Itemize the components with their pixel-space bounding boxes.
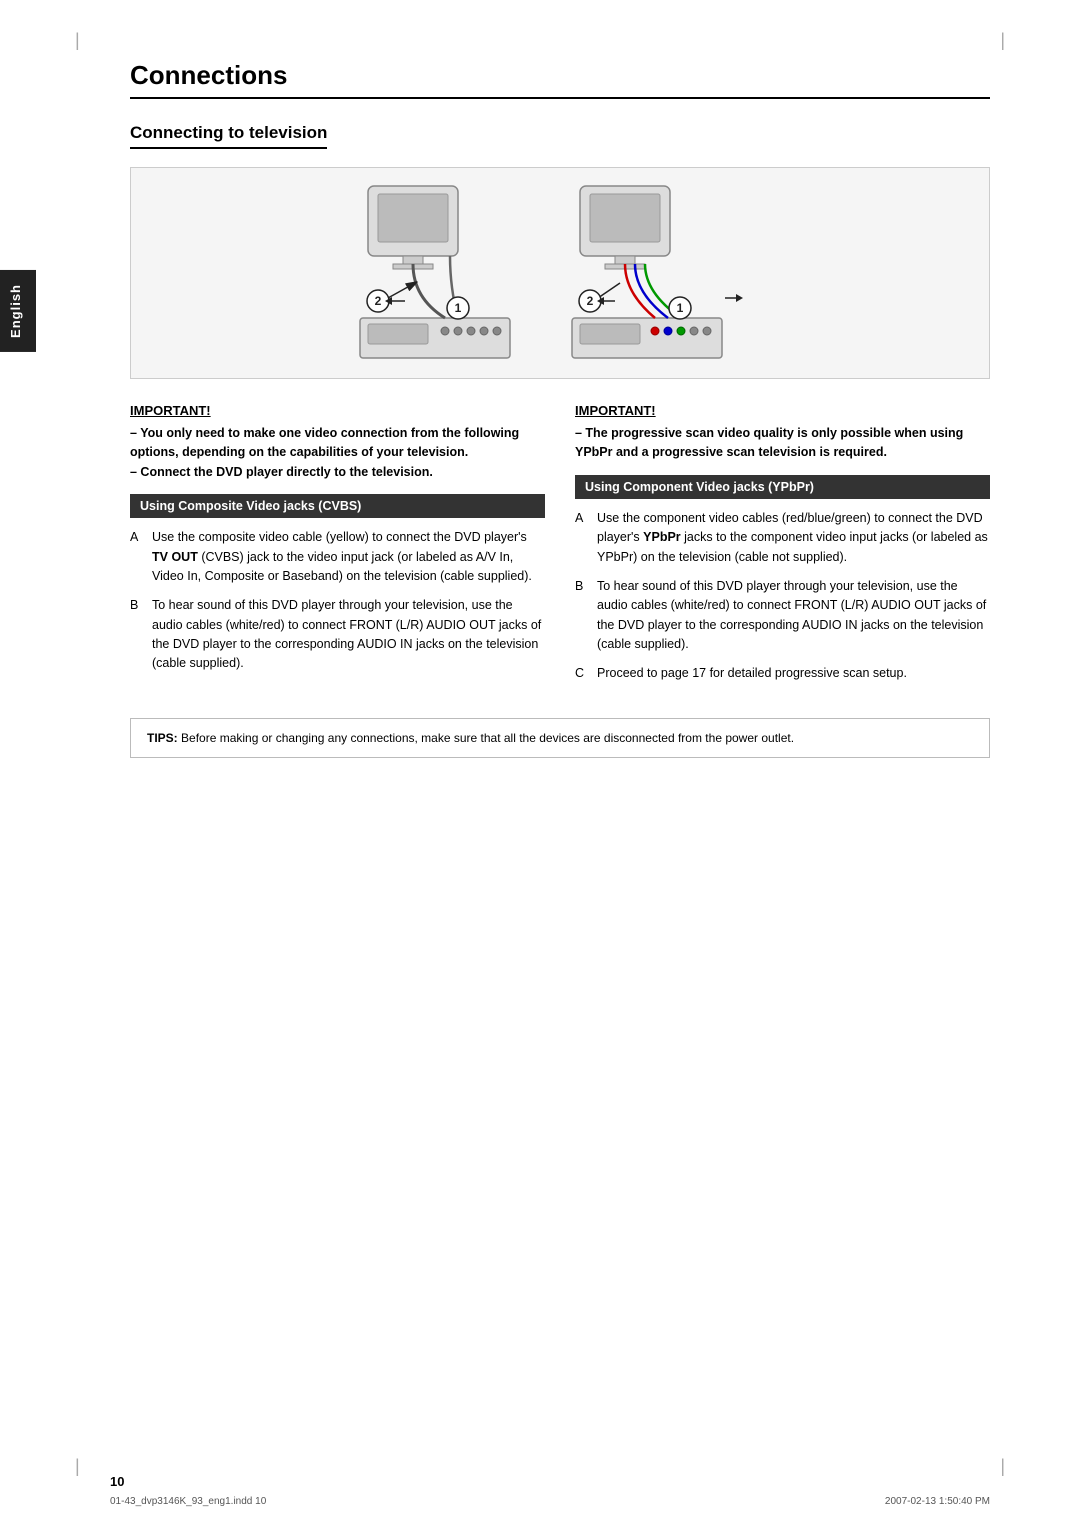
diagram-left: 1 2 [130, 167, 990, 379]
left-column: IMPORTANT! – You only need to make one v… [130, 403, 545, 694]
list-letter-c-right: C [575, 664, 589, 683]
footer-left: 01-43_dvp3146K_93_eng1.indd 10 [110, 1496, 266, 1507]
page-number: 10 [110, 1474, 124, 1489]
content-row: IMPORTANT! – You only need to make one v… [130, 403, 990, 694]
svg-text:1: 1 [677, 301, 684, 315]
corner-mark-tl: | [75, 30, 80, 51]
list-letter-a-right: A [575, 509, 589, 567]
right-important-label: IMPORTANT! [575, 403, 990, 418]
list-item-b-left: B To hear sound of this DVD player throu… [130, 596, 545, 674]
footer-right: 2007-02-13 1:50:40 PM [885, 1496, 990, 1507]
list-text-a-left: Use the composite video cable (yellow) t… [152, 528, 545, 586]
right-column: IMPORTANT! – The progressive scan video … [575, 403, 990, 694]
diagram-left-svg: 1 2 [131, 168, 989, 378]
diagrams-row: 1 2 [130, 167, 990, 379]
side-tab: English [0, 270, 36, 352]
tips-text: Before making or changing any connection… [181, 731, 794, 745]
section-title: Connecting to television [130, 123, 327, 149]
right-important-text: – The progressive scan video quality is … [575, 424, 990, 463]
tips-label: TIPS: [147, 731, 178, 745]
list-text-b-left: To hear sound of this DVD player through… [152, 596, 545, 674]
list-text-b-right: To hear sound of this DVD player through… [597, 577, 990, 655]
svg-text:2: 2 [587, 294, 594, 308]
list-item-c-right: C Proceed to page 17 for detailed progre… [575, 664, 990, 683]
corner-mark-tr: | [1000, 30, 1005, 51]
list-item-a-right: A Use the component video cables (red/bl… [575, 509, 990, 567]
list-letter-b-right: B [575, 577, 589, 655]
svg-text:2: 2 [375, 294, 382, 308]
page: | | | | English Connections Connecting t… [0, 0, 1080, 1527]
corner-mark-br: | [1000, 1456, 1005, 1477]
svg-text:1: 1 [455, 301, 462, 315]
left-box-header: Using Composite Video jacks (CVBS) [130, 494, 545, 518]
left-important-text: – You only need to make one video connec… [130, 424, 545, 482]
list-letter-a: A [130, 528, 144, 586]
right-box-header: Using Component Video jacks (YPbPr) [575, 475, 990, 499]
list-letter-b: B [130, 596, 144, 674]
left-important-label: IMPORTANT! [130, 403, 545, 418]
list-text-c-right: Proceed to page 17 for detailed progress… [597, 664, 907, 683]
list-text-a-right: Use the component video cables (red/blue… [597, 509, 990, 567]
list-item-b-right: B To hear sound of this DVD player throu… [575, 577, 990, 655]
corner-mark-bl: | [75, 1456, 80, 1477]
tips-box: TIPS: Before making or changing any conn… [130, 718, 990, 759]
list-item-a-left: A Use the composite video cable (yellow)… [130, 528, 545, 586]
page-title: Connections [130, 60, 990, 99]
